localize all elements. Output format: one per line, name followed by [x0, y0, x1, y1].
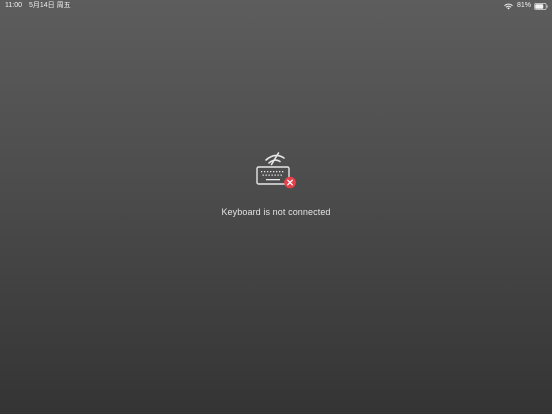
keyboard-status-panel: Keyboard is not connected [0, 148, 552, 217]
battery-fill [535, 3, 544, 9]
status-date: 5月14日 周五 [29, 2, 71, 9]
keyboard-not-connected-message: Keyboard is not connected [221, 207, 331, 217]
keyboard-disconnected-icon [256, 152, 296, 189]
battery-icon [534, 2, 548, 10]
status-time: 11:00 [5, 2, 22, 9]
battery-percent: 81% [516, 2, 531, 9]
status-right: 81% [504, 0, 548, 12]
wifi-icon [504, 3, 513, 9]
status-bar: 11:00 5月14日 周五 81% [0, 0, 552, 12]
status-left: 11:00 5月14日 周五 [5, 0, 71, 12]
